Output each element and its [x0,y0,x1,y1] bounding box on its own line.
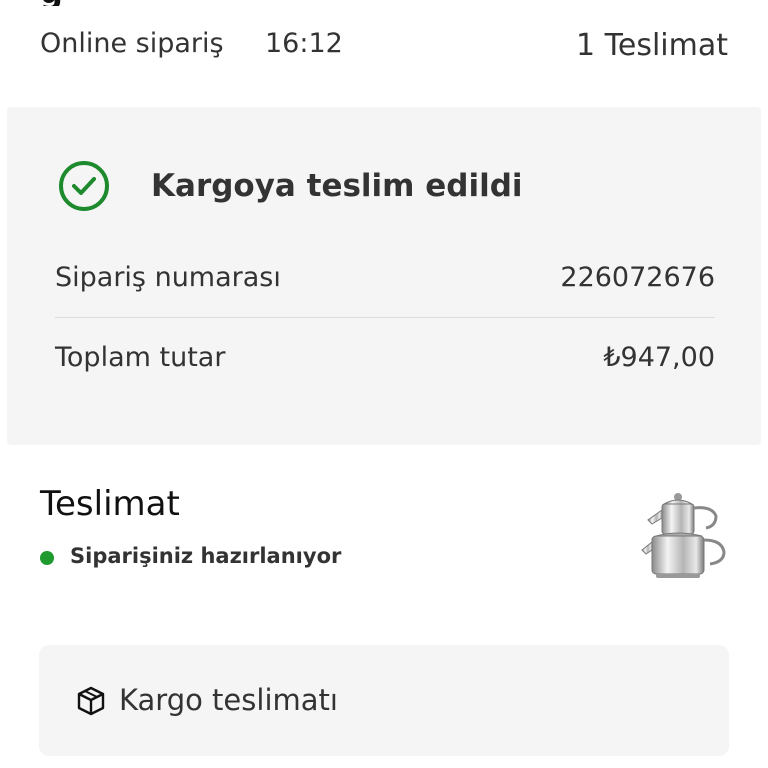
divider [55,317,715,318]
order-number-label: Sipariş numarası [55,262,281,293]
order-type: Online sipariş [40,28,224,59]
product-image-teapot[interactable] [640,490,730,582]
order-number-value: 226072676 [560,262,715,293]
status-title: Kargoya teslim edildi [151,168,523,204]
delivery-title: Teslimat [40,484,180,524]
page-title-cropped: g [40,0,130,6]
order-status-card: Kargoya teslim edildi Sipariş numarası 2… [7,107,761,445]
order-time: 16:12 [265,28,343,59]
status-dot-icon [40,551,54,565]
total-amount-row: Toplam tutar ₺947,00 [55,329,715,389]
total-amount-value: ₺947,00 [603,342,715,373]
order-number-row: Sipariş numarası 226072676 [55,249,715,309]
shipping-method-card[interactable]: Kargo teslimatı [39,645,729,756]
delivery-count: 1 Teslimat [576,28,728,63]
total-amount-label: Toplam tutar [55,342,226,373]
order-header: Online sipariş 16:12 1 Teslimat [0,22,768,70]
box-icon [75,685,107,721]
shipping-label: Kargo teslimatı [119,683,338,717]
delivery-status-text: Siparişiniz hazırlanıyor [70,544,342,568]
check-circle-icon [59,161,109,211]
